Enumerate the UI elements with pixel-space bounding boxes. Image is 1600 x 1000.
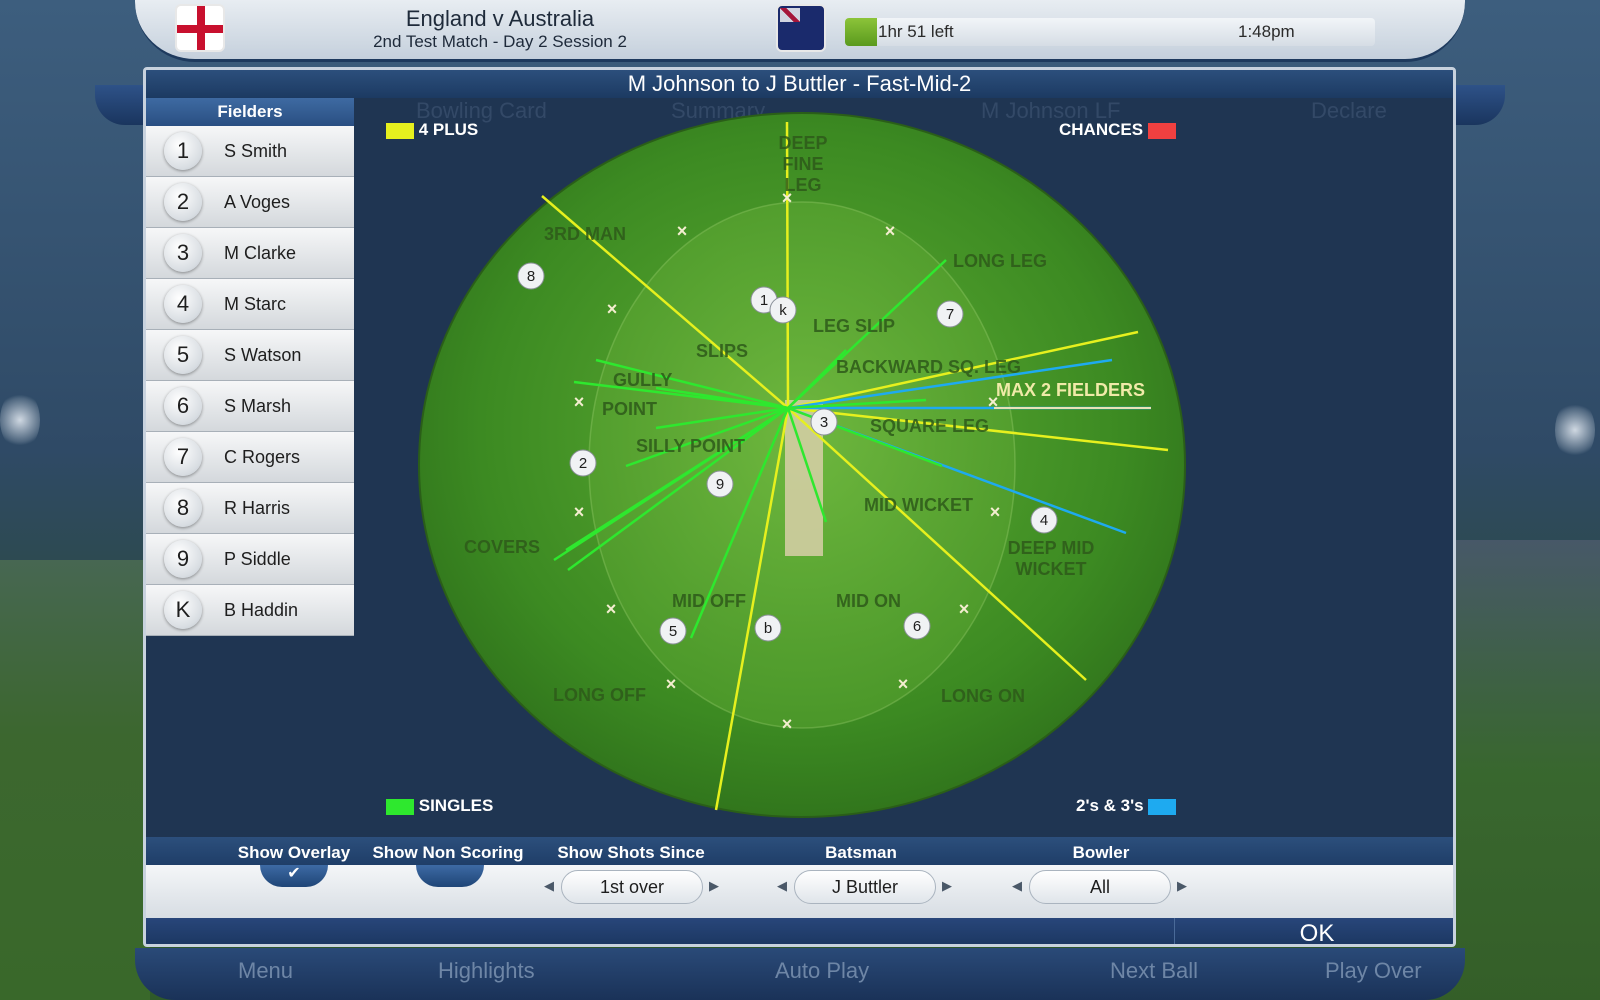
- position-x-marker: ×: [782, 714, 793, 734]
- fielder-marker-label: 1: [760, 292, 768, 309]
- show-non-scoring-label: Show Non Scoring: [372, 843, 524, 862]
- singles-swatch: [386, 798, 414, 815]
- fielder-marker[interactable]: 9: [706, 470, 734, 498]
- match-subtitle: 2nd Test Match - Day 2 Session 2: [373, 32, 627, 51]
- fielder-marker-label: 7: [946, 306, 954, 323]
- bowler-next-icon[interactable]: ▶: [1177, 878, 1187, 894]
- label-deep-fine-leg-2: FINE: [782, 154, 823, 174]
- label-silly-point: SILLY POINT: [636, 436, 745, 456]
- label-slips: SLIPS: [696, 341, 748, 361]
- position-x-marker: ×: [959, 599, 970, 619]
- fielder-marker[interactable]: 7: [936, 300, 964, 328]
- fielder-marker-label: 6: [913, 618, 921, 635]
- label-deep-mid-wicket-1: DEEP MID: [1008, 538, 1095, 558]
- legend-twos-threes-label: 2's & 3's: [1076, 796, 1144, 815]
- legend-twos-threes: 2's & 3's: [1076, 796, 1177, 816]
- position-x-marker: ×: [607, 299, 618, 319]
- position-x-marker: ×: [885, 221, 896, 241]
- position-x-marker: ×: [574, 392, 585, 412]
- highlights-button[interactable]: Highlights: [438, 958, 535, 984]
- fielder-marker[interactable]: k: [769, 296, 797, 324]
- match-title: England v Australia: [405, 6, 595, 31]
- position-x-marker: ×: [606, 599, 617, 619]
- batsman-selector[interactable]: J Buttler: [794, 870, 936, 904]
- label-mid-off: MID OFF: [672, 591, 746, 611]
- fielder-marker[interactable]: 6: [903, 612, 931, 640]
- fielder-marker-label: 8: [527, 268, 535, 285]
- fielder-marker-label: b: [764, 620, 772, 637]
- shots-since-next-icon[interactable]: ▶: [709, 878, 719, 894]
- legend-singles: SINGLES: [386, 796, 493, 816]
- chances-swatch: [1147, 122, 1176, 139]
- wagon-wheel-field[interactable]: ×× ××× ×× ×× ×× ×× DEEP FINE LEG 3RD MAN LONG…: [146, 70, 1456, 837]
- label-long-off: LONG OFF: [553, 685, 646, 705]
- stadium-background-right: [1440, 540, 1600, 1000]
- play-over-button[interactable]: Play Over: [1325, 958, 1422, 984]
- fielder-marker[interactable]: 3: [810, 408, 838, 436]
- fielder-marker-label: 4: [1040, 512, 1048, 529]
- next-ball-button[interactable]: Next Ball: [1110, 958, 1198, 984]
- fielder-marker-label: 5: [669, 623, 677, 640]
- label-point: POINT: [602, 399, 657, 419]
- label-long-leg: LONG LEG: [953, 251, 1047, 271]
- label-leg-slip: LEG SLIP: [813, 316, 895, 336]
- fielder-marker-label: 3: [820, 414, 828, 431]
- label-deep-fine-leg-1: DEEP: [778, 133, 827, 153]
- position-x-marker: ×: [990, 502, 1001, 522]
- label-square-leg: SQUARE LEG: [870, 416, 989, 436]
- label-covers: COVERS: [464, 537, 540, 557]
- auto-play-button[interactable]: Auto Play: [775, 958, 869, 984]
- legend-four-plus-label: 4 PLUS: [418, 120, 479, 139]
- session-time-fill: [845, 18, 877, 46]
- fielder-marker[interactable]: 4: [1030, 506, 1058, 534]
- stadium-background-left: [0, 560, 150, 1000]
- bowler-prev-icon[interactable]: ◀: [1012, 878, 1022, 894]
- position-x-marker: ×: [677, 221, 688, 241]
- fielder-marker[interactable]: 2: [569, 449, 597, 477]
- shots-since-selector[interactable]: 1st over: [561, 870, 703, 904]
- label-third-man: 3RD MAN: [544, 224, 626, 244]
- show-overlay-label: Show Overlay: [237, 843, 351, 862]
- australia-flag-icon: [776, 4, 826, 52]
- twos-threes-swatch: [1148, 798, 1177, 815]
- bowler-label: Bowler: [1072, 843, 1130, 862]
- fielder-marker[interactable]: b: [754, 614, 782, 642]
- check-icon: ✔: [287, 865, 301, 882]
- show-shots-since-label: Show Shots Since: [557, 843, 705, 862]
- shots-since-prev-icon[interactable]: ◀: [544, 878, 554, 894]
- batsman-prev-icon[interactable]: ◀: [777, 878, 787, 894]
- fielder-marker-label: k: [779, 302, 787, 319]
- label-mid-wicket: MID WICKET: [864, 495, 973, 515]
- batsman-label: Batsman: [825, 843, 897, 862]
- legend-four-plus: 4 PLUS: [386, 120, 478, 140]
- position-x-marker: ×: [898, 674, 909, 694]
- four-plus-swatch: [386, 122, 414, 139]
- wagon-wheel-dialog: M Johnson to J Buttler - Fast-Mid-2 Bowl…: [143, 67, 1456, 947]
- england-flag-icon: [175, 4, 225, 52]
- legend-singles-label: SINGLES: [418, 796, 494, 815]
- menu-button[interactable]: Menu: [238, 958, 293, 984]
- position-x-marker: ×: [574, 502, 585, 522]
- label-max-fielders: MAX 2 FIELDERS: [996, 380, 1145, 400]
- label-mid-on: MID ON: [836, 591, 901, 611]
- match-clock: 1:48pm: [1238, 22, 1295, 41]
- time-left: 1hr 51 left: [878, 22, 954, 41]
- label-gully: GULLY: [613, 370, 672, 390]
- fielder-marker-label: 9: [716, 476, 724, 493]
- label-backward-sq-leg: BACKWARD SQ. LEG: [836, 357, 1021, 377]
- floodlight-left: [0, 390, 40, 450]
- ok-button[interactable]: OK: [1174, 918, 1453, 944]
- bowler-selector[interactable]: All: [1029, 870, 1171, 904]
- label-deep-fine-leg-3: LEG: [784, 175, 821, 195]
- legend-chances: CHANCES: [1059, 120, 1176, 140]
- legend-chances-label: CHANCES: [1059, 120, 1144, 139]
- fielder-marker[interactable]: 8: [517, 262, 545, 290]
- fielder-marker[interactable]: 5: [659, 617, 687, 645]
- fielder-marker-label: 2: [579, 455, 587, 472]
- floodlight-right: [1555, 400, 1595, 460]
- position-x-marker: ×: [666, 674, 677, 694]
- label-deep-mid-wicket-2: WICKET: [1016, 559, 1087, 579]
- batsman-next-icon[interactable]: ▶: [942, 878, 952, 894]
- label-long-on: LONG ON: [941, 686, 1025, 706]
